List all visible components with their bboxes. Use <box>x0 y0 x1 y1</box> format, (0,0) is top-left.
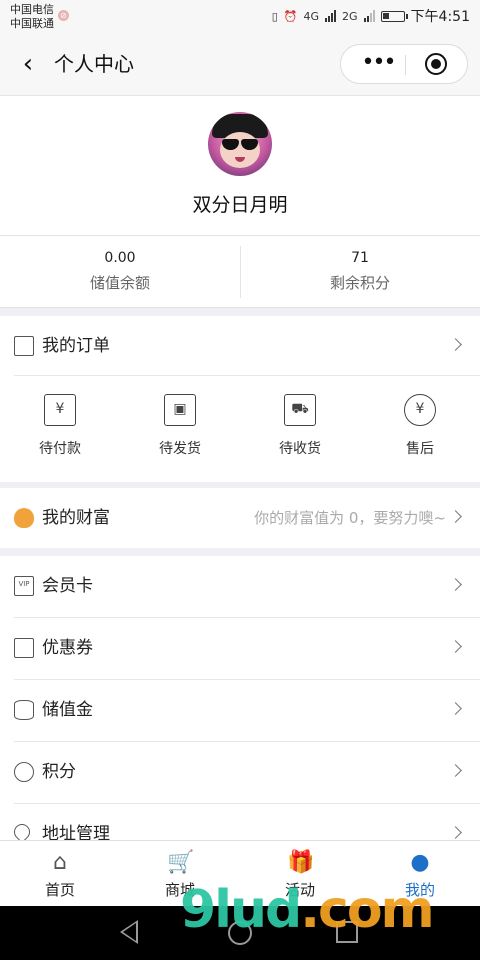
order-pending-receipt-label: 待收货 <box>279 441 321 457</box>
tab-home-label: 首页 <box>44 881 75 899</box>
site-watermark: 9lud.com <box>180 880 435 940</box>
network-1-label: 4G <box>303 9 320 23</box>
stat-balance-value: 0.00 <box>104 250 136 266</box>
order-after-sales-label: 售后 <box>406 441 434 457</box>
signal-1-icon <box>325 10 337 22</box>
order-pending-shipment[interactable]: ▣ 待发货 <box>120 376 240 482</box>
back-icon[interactable]: ‹ <box>14 50 42 78</box>
watermark-suffix: .com <box>300 880 434 940</box>
chevron-right-icon <box>449 338 462 351</box>
menu-item-vip-card[interactable]: VIP 会员卡 <box>0 556 480 618</box>
chevron-right-icon <box>449 764 462 777</box>
menu-item-label: 会员卡 <box>42 576 93 596</box>
alarm-icon: ⏰ <box>283 9 298 23</box>
user-icon: ● <box>410 850 430 875</box>
cart-icon: 🛒 <box>167 850 195 875</box>
avatar-face <box>220 132 260 168</box>
signal-2-icon <box>363 10 375 22</box>
money-bag-icon <box>14 508 34 528</box>
stat-balance-label: 储值余额 <box>89 274 150 292</box>
order-pending-receipt[interactable]: ⛟ 待收货 <box>240 376 360 482</box>
order-status-grid: ¥ 待付款 ▣ 待发货 ⛟ 待收货 ¥ 售后 <box>0 376 480 482</box>
avatar[interactable] <box>208 112 272 176</box>
refund-icon: ¥ <box>404 394 436 426</box>
gift-icon: 🎁 <box>287 850 315 875</box>
order-pending-payment[interactable]: ¥ 待付款 <box>0 376 120 482</box>
order-after-sales[interactable]: ¥ 售后 <box>360 376 480 482</box>
roaming-icon: ⊘ <box>58 10 69 21</box>
page-title: 个人中心 <box>54 52 134 76</box>
stat-balance[interactable]: 0.00 储值余额 <box>0 236 240 308</box>
chevron-right-icon <box>449 826 462 839</box>
my-orders-label: 我的订单 <box>42 336 110 356</box>
account-stats: 0.00 储值余额 71 剩余积分 <box>0 236 480 308</box>
order-list-icon <box>14 336 34 356</box>
carrier-2: 中国联通 <box>10 17 54 30</box>
tab-home[interactable]: ⌂ 首页 <box>0 841 120 907</box>
coins-icon <box>14 700 34 720</box>
my-wealth-row[interactable]: 我的财富 你的财富值为 0，要努力噢~ <box>0 488 480 548</box>
order-pending-shipment-label: 待发货 <box>159 441 201 457</box>
piggy-bank-icon <box>14 762 34 782</box>
chevron-right-icon <box>449 702 462 715</box>
my-orders-row[interactable]: 我的订单 <box>0 316 480 376</box>
stat-points-label: 剩余积分 <box>329 274 390 292</box>
nickname: 双分日月明 <box>192 194 288 216</box>
menu-item-coupons[interactable]: 优惠券 <box>0 618 480 680</box>
order-pending-payment-label: 待付款 <box>39 441 81 457</box>
my-wealth-label: 我的财富 <box>42 508 110 528</box>
nav-bar: ‹ 个人中心 ••• <box>0 32 480 96</box>
menu-item-label: 积分 <box>42 762 76 782</box>
package-icon: ▣ <box>164 394 196 426</box>
close-mini-program-icon[interactable] <box>425 53 447 75</box>
carrier-1: 中国电信 <box>10 3 54 16</box>
truck-icon: ⛟ <box>284 394 316 426</box>
chevron-right-icon <box>449 510 462 523</box>
menu-item-points[interactable]: 积分 <box>0 742 480 804</box>
payment-pending-icon: ¥ <box>44 394 76 426</box>
vibrate-icon: ▯ <box>271 9 278 23</box>
vip-card-icon: VIP <box>14 576 34 596</box>
coupon-icon <box>14 638 34 658</box>
watermark-text: 9lud <box>180 880 302 940</box>
my-wealth-hint: 你的财富值为 0，要努力噢~ <box>254 509 446 527</box>
clock: 下午4:51 <box>410 9 470 25</box>
network-2-label: 2G <box>342 9 358 23</box>
stat-points-value: 71 <box>351 250 369 266</box>
status-bar: 中国电信 中国联通 ⊘ ▯ ⏰ 4G 2G 下午4:51 <box>0 0 480 32</box>
menu-item-label: 储值金 <box>42 700 93 720</box>
mini-program-capsule: ••• <box>340 44 468 84</box>
battery-icon <box>380 10 408 22</box>
menu-item-label: 优惠券 <box>42 638 93 658</box>
chevron-right-icon <box>449 578 462 591</box>
capsule-divider <box>405 55 406 75</box>
profile-header: 双分日月明 <box>0 96 480 236</box>
stat-points[interactable]: 71 剩余积分 <box>240 236 480 308</box>
system-back-icon[interactable] <box>120 920 138 944</box>
menu-item-stored-value[interactable]: 储值金 <box>0 680 480 742</box>
status-icons: ▯ ⏰ 4G 2G 下午4:51 <box>272 6 470 26</box>
orders-section: 我的订单 ¥ 待付款 ▣ 待发货 ⛟ 待收货 ¥ 售后 <box>0 316 480 482</box>
home-icon: ⌂ <box>53 850 67 875</box>
more-icon[interactable]: ••• <box>353 45 403 83</box>
chevron-right-icon <box>449 640 462 653</box>
